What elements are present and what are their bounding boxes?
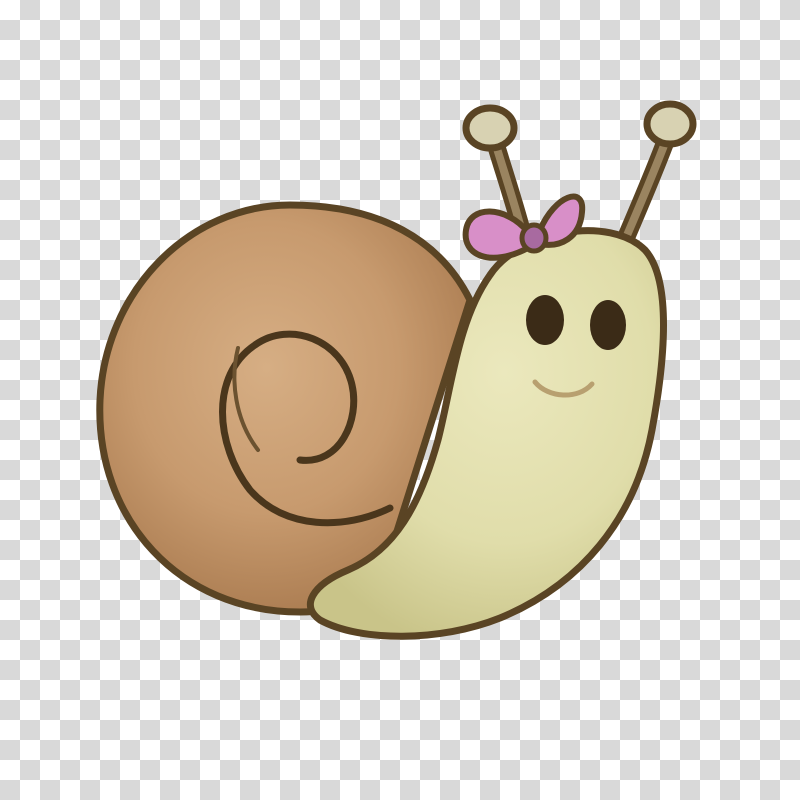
transparent-background: [0, 0, 800, 800]
snail-illustration: [96, 100, 697, 640]
eye-icon: [590, 300, 626, 350]
eye-icon: [526, 295, 564, 345]
